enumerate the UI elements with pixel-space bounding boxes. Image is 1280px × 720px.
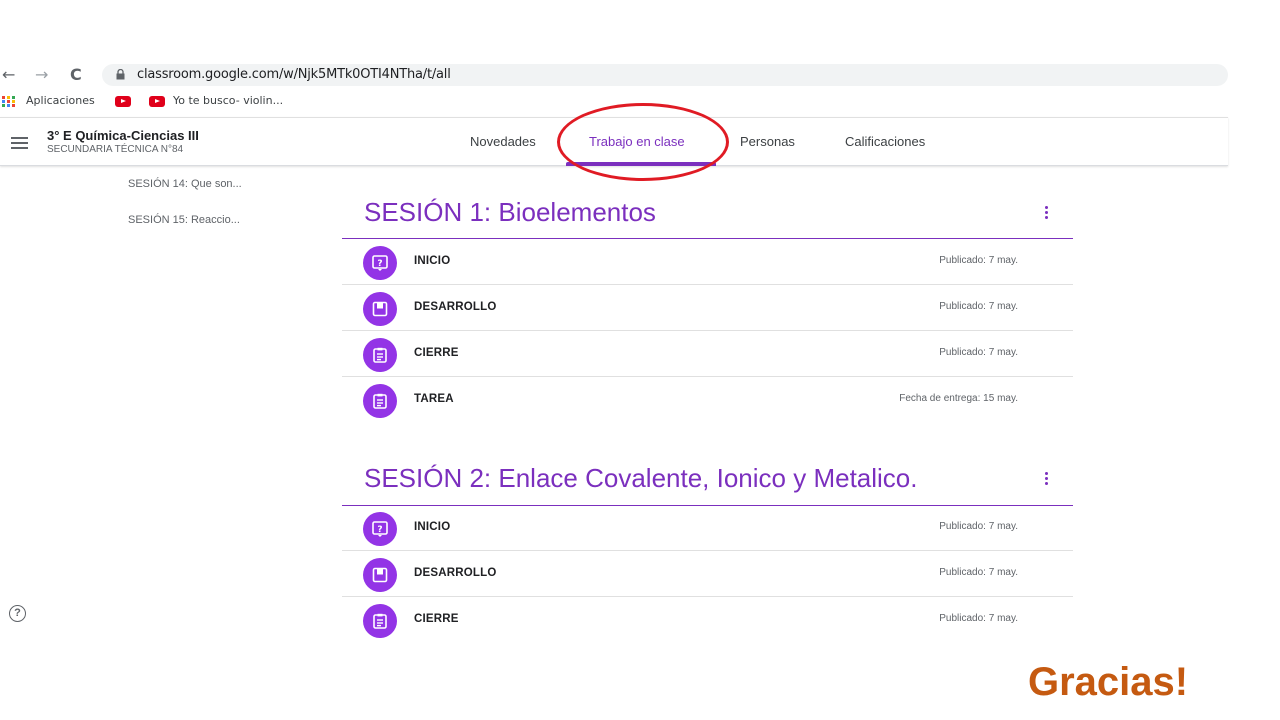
assignment-icon (363, 384, 397, 418)
forward-arrow-icon[interactable]: → (35, 64, 48, 86)
gracias-text: Gracias! (1028, 660, 1189, 704)
url-text[interactable]: classroom.google.com/w/Njk5MTk0OTI4NTha/… (137, 64, 451, 86)
tab-personas[interactable]: Personas (740, 134, 795, 149)
classwork-item[interactable]: CIERRE Publicado: 7 may. (342, 331, 1073, 377)
item-title: DESARROLLO (414, 301, 497, 313)
classwork-item[interactable]: TAREA Fecha de entrega: 15 may. (342, 377, 1073, 423)
item-title: CIERRE (414, 347, 459, 359)
bookmark-aplicaciones[interactable]: Aplicaciones (26, 92, 95, 110)
item-date: Publicado: 7 may. (939, 255, 1018, 266)
topic-title: SESIÓN 2: Enlace Covalente, Ionico y Met… (364, 463, 918, 493)
svg-text:?: ? (377, 259, 382, 269)
class-name[interactable]: 3° E Química-Ciencias III (47, 128, 199, 143)
highlight-circle (557, 103, 729, 181)
item-title: DESARROLLO (414, 567, 497, 579)
help-icon[interactable]: ? (9, 605, 26, 622)
classwork-item[interactable]: ? INICIO Publicado: 7 may. (342, 239, 1073, 285)
apps-grid-icon[interactable] (2, 96, 16, 107)
youtube-icon[interactable] (115, 96, 131, 107)
bookmark-yo-te-busco[interactable]: Yo te busco- violin... (173, 92, 283, 110)
classwork-item[interactable]: DESARROLLO Publicado: 7 may. (342, 285, 1073, 331)
school-name: SECUNDARIA TÉCNICA N°84 (47, 144, 184, 155)
classwork-item[interactable]: ? INICIO Publicado: 7 may. (342, 505, 1073, 551)
back-arrow-icon[interactable]: ← (2, 64, 15, 86)
menu-icon[interactable] (11, 137, 28, 149)
classwork-item[interactable]: CIERRE Publicado: 7 may. (342, 597, 1073, 643)
item-date: Publicado: 7 may. (939, 521, 1018, 532)
reload-icon[interactable]: C (70, 64, 82, 86)
assignment-icon (363, 604, 397, 638)
item-date: Fecha de entrega: 15 may. (899, 393, 1018, 404)
item-title: CIERRE (414, 613, 459, 625)
question-icon: ? (363, 246, 397, 280)
more-options-icon[interactable] (1043, 206, 1049, 220)
item-title: TAREA (414, 393, 454, 405)
sidebar-item-sesion-14[interactable]: SESIÓN 14: Que son... (128, 178, 242, 190)
svg-text:?: ? (377, 525, 382, 535)
item-date: Publicado: 7 may. (939, 301, 1018, 312)
item-date: Publicado: 7 may. (939, 613, 1018, 624)
item-title: INICIO (414, 255, 451, 267)
browser-toolbar: ← → C classroom.google.com/w/Njk5MTk0OTI… (0, 64, 1228, 86)
more-options-icon[interactable] (1043, 472, 1049, 486)
item-title: INICIO (414, 521, 451, 533)
tab-novedades[interactable]: Novedades (470, 134, 536, 149)
classwork-item[interactable]: DESARROLLO Publicado: 7 may. (342, 551, 1073, 597)
question-icon: ? (363, 512, 397, 546)
topic-title: SESIÓN 1: Bioelementos (364, 197, 656, 227)
lock-icon (116, 69, 125, 80)
item-date: Publicado: 7 may. (939, 347, 1018, 358)
material-icon (363, 558, 397, 592)
material-icon (363, 292, 397, 326)
sidebar-item-sesion-15[interactable]: SESIÓN 15: Reaccio... (128, 214, 240, 226)
youtube-icon (149, 96, 165, 107)
item-date: Publicado: 7 may. (939, 567, 1018, 578)
tab-calificaciones[interactable]: Calificaciones (845, 134, 925, 149)
assignment-icon (363, 338, 397, 372)
